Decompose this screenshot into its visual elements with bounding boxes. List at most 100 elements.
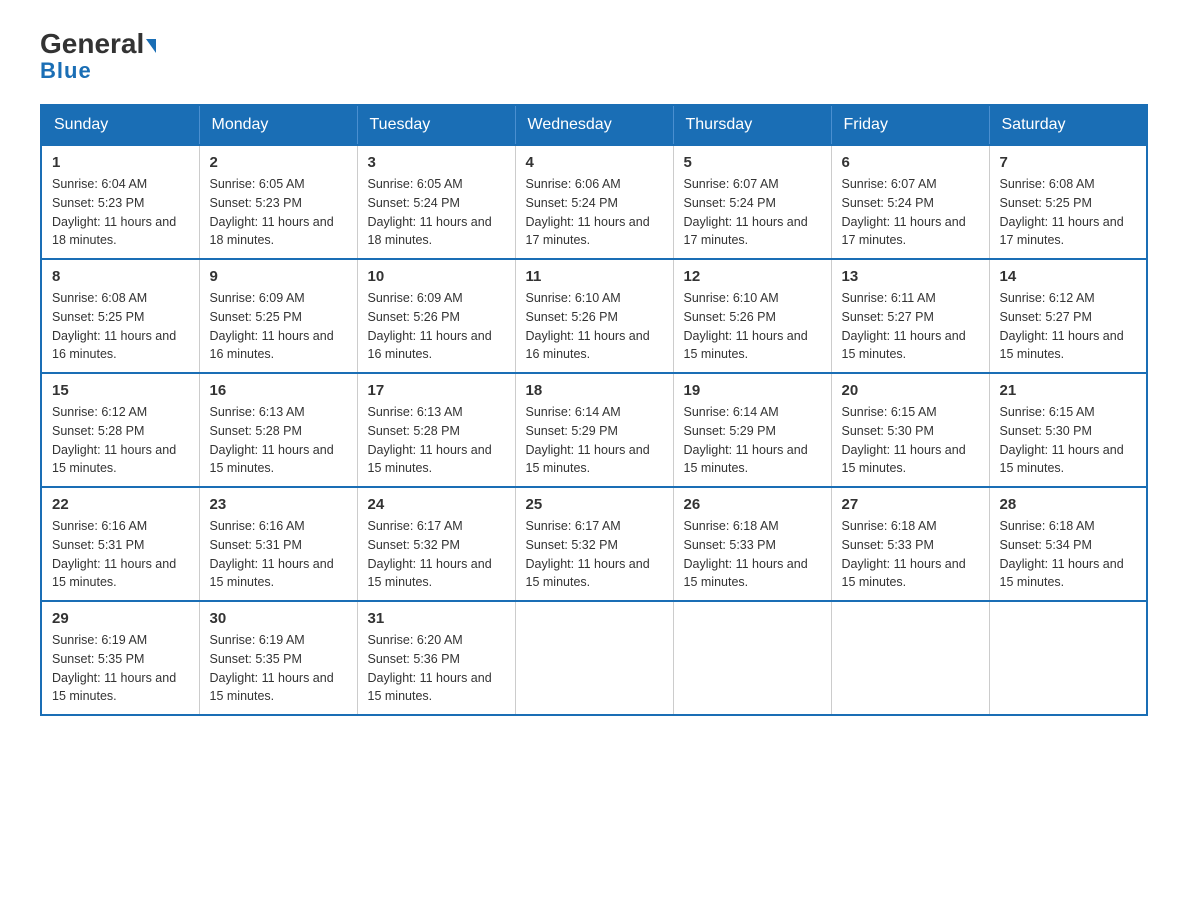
calendar-cell: 6Sunrise: 6:07 AMSunset: 5:24 PMDaylight… (831, 145, 989, 259)
day-number: 7 (1000, 154, 1137, 171)
calendar-cell: 11Sunrise: 6:10 AMSunset: 5:26 PMDayligh… (515, 259, 673, 373)
day-info: Sunrise: 6:18 AMSunset: 5:34 PMDaylight:… (1000, 517, 1137, 592)
header-friday: Friday (831, 105, 989, 145)
calendar-cell: 20Sunrise: 6:15 AMSunset: 5:30 PMDayligh… (831, 373, 989, 487)
calendar-cell: 22 Sunrise: 6:16 AMSunset: 5:31 PMDayligh… (41, 487, 199, 601)
header-sunday: Sunday (41, 105, 199, 145)
calendar-cell: 1 Sunrise: 6:04 AMSunset: 5:23 PMDaylight… (41, 145, 199, 259)
day-number: 23 (210, 496, 347, 513)
calendar-cell: 27Sunrise: 6:18 AMSunset: 5:33 PMDayligh… (831, 487, 989, 601)
day-number: 24 (368, 496, 505, 513)
calendar-cell: 8 Sunrise: 6:08 AMSunset: 5:25 PMDaylight… (41, 259, 199, 373)
calendar-cell: 31 Sunrise: 6:20 AMSunset: 5:36 PMDayligh… (357, 601, 515, 715)
day-info: Sunrise: 6:08 AMSunset: 5:25 PMDaylight:… (52, 289, 189, 364)
calendar-cell (831, 601, 989, 715)
day-number: 14 (1000, 268, 1137, 285)
day-info: Sunrise: 6:18 AMSunset: 5:33 PMDaylight:… (684, 517, 821, 592)
logo: General Blue (40, 30, 156, 84)
day-info: Sunrise: 6:13 AMSunset: 5:28 PMDaylight:… (368, 403, 505, 478)
day-info: Sunrise: 6:14 AMSunset: 5:29 PMDaylight:… (684, 403, 821, 478)
calendar-cell: 5Sunrise: 6:07 AMSunset: 5:24 PMDaylight… (673, 145, 831, 259)
calendar-cell: 30Sunrise: 6:19 AMSunset: 5:35 PMDayligh… (199, 601, 357, 715)
calendar-cell: 14 Sunrise: 6:12 AMSunset: 5:27 PMDayligh… (989, 259, 1147, 373)
day-info: Sunrise: 6:09 AMSunset: 5:25 PMDaylight:… (210, 289, 347, 364)
calendar-cell (673, 601, 831, 715)
day-info: Sunrise: 6:19 AMSunset: 5:35 PMDaylight:… (52, 631, 189, 706)
logo-triangle-icon (146, 39, 156, 53)
header-tuesday: Tuesday (357, 105, 515, 145)
calendar-cell: 3 Sunrise: 6:05 AMSunset: 5:24 PMDaylight… (357, 145, 515, 259)
day-info: Sunrise: 6:06 AMSunset: 5:24 PMDaylight:… (526, 175, 663, 250)
day-number: 3 (368, 154, 505, 171)
day-info: Sunrise: 6:16 AMSunset: 5:31 PMDaylight:… (210, 517, 347, 592)
calendar-cell: 23 Sunrise: 6:16 AMSunset: 5:31 PMDayligh… (199, 487, 357, 601)
calendar-week-row: 8 Sunrise: 6:08 AMSunset: 5:25 PMDaylight… (41, 259, 1147, 373)
day-info: Sunrise: 6:17 AMSunset: 5:32 PMDaylight:… (526, 517, 663, 592)
day-number: 31 (368, 610, 505, 627)
day-info: Sunrise: 6:15 AMSunset: 5:30 PMDaylight:… (1000, 403, 1137, 478)
calendar-cell: 26Sunrise: 6:18 AMSunset: 5:33 PMDayligh… (673, 487, 831, 601)
calendar-cell: 16 Sunrise: 6:13 AMSunset: 5:28 PMDayligh… (199, 373, 357, 487)
day-number: 17 (368, 382, 505, 399)
day-info: Sunrise: 6:16 AMSunset: 5:31 PMDaylight:… (52, 517, 189, 592)
day-info: Sunrise: 6:17 AMSunset: 5:32 PMDaylight:… (368, 517, 505, 592)
calendar-cell: 24 Sunrise: 6:17 AMSunset: 5:32 PMDayligh… (357, 487, 515, 601)
page-header: General Blue (40, 30, 1148, 84)
day-number: 20 (842, 382, 979, 399)
header-wednesday: Wednesday (515, 105, 673, 145)
calendar-cell (989, 601, 1147, 715)
calendar-week-row: 22 Sunrise: 6:16 AMSunset: 5:31 PMDayligh… (41, 487, 1147, 601)
day-number: 9 (210, 268, 347, 285)
day-info: Sunrise: 6:05 AMSunset: 5:23 PMDaylight:… (210, 175, 347, 250)
calendar-header-row: SundayMondayTuesdayWednesdayThursdayFrid… (41, 105, 1147, 145)
day-number: 22 (52, 496, 189, 513)
day-number: 27 (842, 496, 979, 513)
day-info: Sunrise: 6:14 AMSunset: 5:29 PMDaylight:… (526, 403, 663, 478)
header-saturday: Saturday (989, 105, 1147, 145)
calendar-cell: 12 Sunrise: 6:10 AMSunset: 5:26 PMDayligh… (673, 259, 831, 373)
logo-top: General (40, 30, 156, 58)
day-info: Sunrise: 6:09 AMSunset: 5:26 PMDaylight:… (368, 289, 505, 364)
calendar-week-row: 15Sunrise: 6:12 AMSunset: 5:28 PMDayligh… (41, 373, 1147, 487)
day-info: Sunrise: 6:04 AMSunset: 5:23 PMDaylight:… (52, 175, 189, 250)
day-number: 6 (842, 154, 979, 171)
calendar-cell: 21 Sunrise: 6:15 AMSunset: 5:30 PMDayligh… (989, 373, 1147, 487)
day-number: 30 (210, 610, 347, 627)
calendar-cell (515, 601, 673, 715)
day-number: 29 (52, 610, 189, 627)
calendar-week-row: 1 Sunrise: 6:04 AMSunset: 5:23 PMDaylight… (41, 145, 1147, 259)
day-number: 16 (210, 382, 347, 399)
day-number: 12 (684, 268, 821, 285)
day-info: Sunrise: 6:12 AMSunset: 5:28 PMDaylight:… (52, 403, 189, 478)
day-info: Sunrise: 6:08 AMSunset: 5:25 PMDaylight:… (1000, 175, 1137, 250)
calendar-cell: 28 Sunrise: 6:18 AMSunset: 5:34 PMDayligh… (989, 487, 1147, 601)
day-number: 28 (1000, 496, 1137, 513)
header-thursday: Thursday (673, 105, 831, 145)
logo-bottom: Blue (40, 58, 92, 84)
day-number: 19 (684, 382, 821, 399)
day-number: 18 (526, 382, 663, 399)
day-info: Sunrise: 6:13 AMSunset: 5:28 PMDaylight:… (210, 403, 347, 478)
calendar-week-row: 29 Sunrise: 6:19 AMSunset: 5:35 PMDayligh… (41, 601, 1147, 715)
calendar-cell: 19 Sunrise: 6:14 AMSunset: 5:29 PMDayligh… (673, 373, 831, 487)
day-number: 13 (842, 268, 979, 285)
day-info: Sunrise: 6:20 AMSunset: 5:36 PMDaylight:… (368, 631, 505, 706)
day-number: 1 (52, 154, 189, 171)
calendar-cell: 13Sunrise: 6:11 AMSunset: 5:27 PMDayligh… (831, 259, 989, 373)
calendar-cell: 17 Sunrise: 6:13 AMSunset: 5:28 PMDayligh… (357, 373, 515, 487)
day-number: 25 (526, 496, 663, 513)
day-info: Sunrise: 6:05 AMSunset: 5:24 PMDaylight:… (368, 175, 505, 250)
calendar-cell: 10 Sunrise: 6:09 AMSunset: 5:26 PMDayligh… (357, 259, 515, 373)
calendar-cell: 7 Sunrise: 6:08 AMSunset: 5:25 PMDaylight… (989, 145, 1147, 259)
day-info: Sunrise: 6:10 AMSunset: 5:26 PMDaylight:… (684, 289, 821, 364)
calendar-cell: 4Sunrise: 6:06 AMSunset: 5:24 PMDaylight… (515, 145, 673, 259)
day-number: 2 (210, 154, 347, 171)
calendar-table: SundayMondayTuesdayWednesdayThursdayFrid… (40, 104, 1148, 716)
day-number: 11 (526, 268, 663, 285)
day-number: 8 (52, 268, 189, 285)
calendar-cell: 15Sunrise: 6:12 AMSunset: 5:28 PMDayligh… (41, 373, 199, 487)
day-number: 21 (1000, 382, 1137, 399)
day-info: Sunrise: 6:12 AMSunset: 5:27 PMDaylight:… (1000, 289, 1137, 364)
day-number: 10 (368, 268, 505, 285)
header-monday: Monday (199, 105, 357, 145)
